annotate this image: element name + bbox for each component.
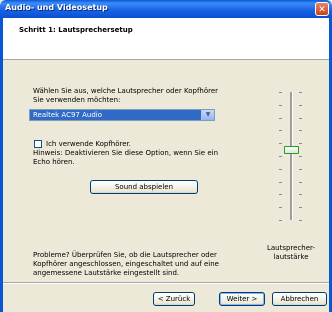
volume-tick bbox=[279, 92, 282, 93]
window-title: Audio- und Videosetup bbox=[5, 3, 108, 12]
volume-tick bbox=[299, 118, 302, 119]
title-bar[interactable]: Audio- und Videosetup ✕ bbox=[0, 0, 332, 18]
hint-text: Hinweis: Deaktivieren Sie diese Option, … bbox=[33, 149, 219, 166]
volume-slider-thumb[interactable] bbox=[284, 146, 299, 154]
volume-tick bbox=[299, 105, 302, 106]
volume-tick bbox=[299, 182, 302, 183]
next-button[interactable]: Weiter > bbox=[219, 292, 265, 306]
volume-tick bbox=[279, 130, 282, 131]
volume-tick bbox=[299, 143, 302, 144]
audio-video-setup-window: Audio- und Videosetup ✕ Schritt 1: Lauts… bbox=[0, 0, 332, 312]
volume-tick bbox=[299, 194, 302, 195]
selected-device: Realtek AC97 Audio bbox=[33, 111, 103, 119]
play-sound-button[interactable]: Sound abspielen bbox=[90, 180, 198, 194]
back-button[interactable]: < Zurück bbox=[153, 292, 195, 306]
volume-label: Lautsprecher- lautstärke bbox=[266, 244, 316, 261]
volume-tick bbox=[299, 169, 302, 170]
volume-tick bbox=[279, 207, 282, 208]
wizard-header: Schritt 1: Lautsprechersetup bbox=[3, 18, 329, 60]
close-button[interactable]: ✕ bbox=[315, 2, 329, 16]
volume-tick bbox=[299, 130, 302, 131]
volume-slider-track[interactable] bbox=[290, 92, 293, 220]
volume-tick bbox=[279, 118, 282, 119]
volume-tick bbox=[279, 105, 282, 106]
volume-tick bbox=[299, 156, 302, 157]
headphones-checkbox-label[interactable]: Ich verwende Kopfhörer. bbox=[46, 140, 131, 149]
headphones-checkbox[interactable] bbox=[34, 140, 42, 148]
wizard-content: Wählen Sie aus, welche Lautsprecher oder… bbox=[3, 60, 329, 282]
cancel-button[interactable]: Abbrechen bbox=[272, 292, 327, 306]
problems-text: Probleme? Überprüfen Sie, ob die Lautspr… bbox=[33, 251, 219, 277]
volume-tick bbox=[279, 169, 282, 170]
volume-tick bbox=[279, 143, 282, 144]
step-title: Schritt 1: Lautsprechersetup bbox=[19, 26, 133, 34]
footer-divider bbox=[3, 282, 329, 284]
select-prompt: Wählen Sie aus, welche Lautsprecher oder… bbox=[33, 87, 219, 104]
volume-tick bbox=[299, 220, 302, 221]
volume-tick bbox=[279, 194, 282, 195]
volume-tick bbox=[299, 207, 302, 208]
chevron-down-icon[interactable]: ▼ bbox=[201, 110, 214, 120]
speaker-device-select[interactable]: Realtek AC97 Audio ▼ bbox=[29, 109, 215, 121]
volume-tick bbox=[279, 156, 282, 157]
volume-tick bbox=[279, 182, 282, 183]
close-icon: ✕ bbox=[318, 5, 326, 15]
volume-tick bbox=[279, 220, 282, 221]
volume-tick bbox=[299, 92, 302, 93]
